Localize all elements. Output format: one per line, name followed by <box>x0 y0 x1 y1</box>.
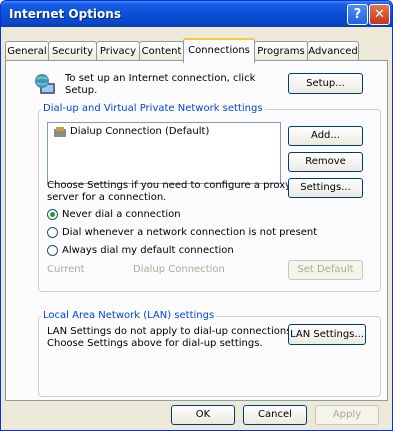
list-item[interactable]: Dialup Connection (Default) <box>70 126 209 138</box>
settings-button[interactable]: Settings... <box>288 178 363 198</box>
close-icon[interactable]: ✕ <box>369 4 390 25</box>
lan-group-label: Local Area Network (LAN) settings <box>41 310 217 321</box>
dialup-connection-icon <box>54 127 66 137</box>
setup-text-line1: To set up an Internet connection, click <box>65 73 256 84</box>
tab-advanced[interactable]: Advanced <box>307 41 359 61</box>
window-title: Internet Options <box>9 7 121 21</box>
tab-security[interactable]: Security <box>48 41 97 61</box>
apply-button[interactable]: Apply <box>315 405 379 425</box>
radio-never-dial[interactable] <box>47 209 58 220</box>
radio-dial-whenever[interactable] <box>47 227 58 238</box>
cancel-button[interactable]: Cancel <box>243 405 307 425</box>
dialup-group-label: Dial-up and Virtual Private Network sett… <box>41 103 265 114</box>
current-value: Dialup Connection <box>133 264 225 275</box>
proxy-text-line1: Choose Settings if you need to configure… <box>47 180 292 191</box>
title-bar[interactable]: Internet Options ? ✕ <box>1 1 392 27</box>
tab-content[interactable]: Content <box>139 41 184 61</box>
current-label: Current <box>47 264 85 275</box>
setup-button[interactable]: Setup... <box>288 73 363 94</box>
connection-list[interactable]: Dialup Connection (Default) <box>47 122 281 184</box>
radio-dial-whenever-label[interactable]: Dial whenever a network connection is no… <box>62 227 317 239</box>
lan-text-line2: Choose Settings above for dial-up settin… <box>47 338 263 349</box>
proxy-text-line2: server for a connection. <box>47 192 167 203</box>
help-icon[interactable]: ? <box>347 4 368 25</box>
lan-text-line1: LAN Settings do not apply to dial-up con… <box>47 326 295 337</box>
remove-button[interactable]: Remove <box>288 152 363 172</box>
setup-text-line2: Setup. <box>65 85 98 96</box>
internet-options-window: Internet Options ? ✕ General Security Pr… <box>0 0 393 431</box>
globe-computer-icon <box>35 74 55 94</box>
tab-privacy[interactable]: Privacy <box>96 41 140 61</box>
radio-never-dial-label[interactable]: Never dial a connection <box>62 209 181 221</box>
radio-always-dial-label[interactable]: Always dial my default connection <box>62 245 234 257</box>
radio-always-dial[interactable] <box>47 245 58 256</box>
ok-button[interactable]: OK <box>171 405 235 425</box>
connections-pane: To set up an Internet connection, click … <box>5 60 388 401</box>
tab-strip: General Security Privacy Content Connect… <box>5 38 388 63</box>
add-button[interactable]: Add... <box>288 126 363 146</box>
tab-programs[interactable]: Programs <box>254 41 308 61</box>
lan-settings-button[interactable]: LAN Settings... <box>288 324 366 345</box>
set-default-button[interactable]: Set Default <box>288 260 363 280</box>
tab-connections[interactable]: Connections <box>183 38 255 63</box>
tab-general[interactable]: General <box>5 41 49 61</box>
